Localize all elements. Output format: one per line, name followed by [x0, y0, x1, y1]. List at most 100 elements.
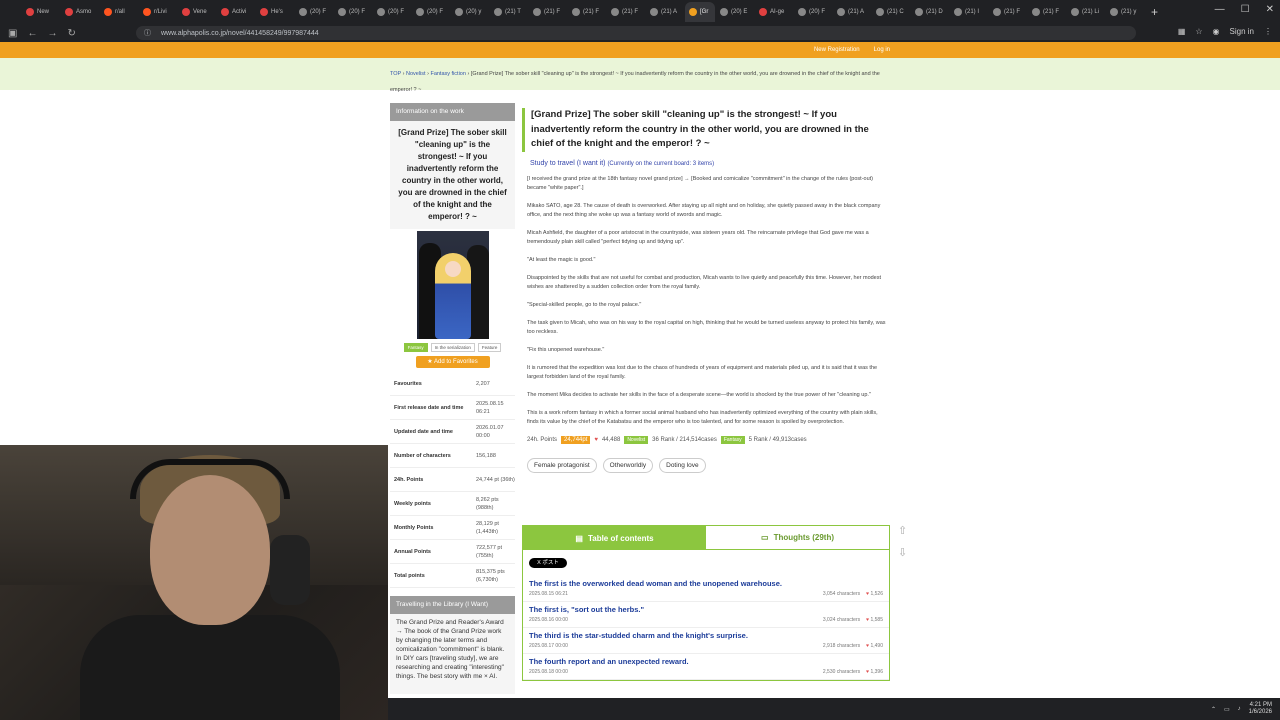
browser-tab[interactable]: (21) I — [950, 2, 988, 22]
stat-row: Total points 815,375 pts (6,730th) — [390, 564, 515, 588]
menu-icon[interactable]: ⋮ — [1264, 27, 1272, 36]
fantasy-tag[interactable]: Fantasy — [720, 435, 745, 444]
browser-tab[interactable]: (20) F — [334, 2, 372, 22]
network-icon[interactable]: ▭ — [1224, 706, 1230, 713]
keyword-tags: Female protagonist Otherworldly Doting lov… — [522, 457, 890, 473]
browser-tab[interactable]: Activi — [217, 2, 255, 22]
bookmark-icon[interactable]: ☆ — [1195, 27, 1202, 36]
browser-tab[interactable]: (21) A — [833, 2, 871, 22]
cover-image[interactable] — [416, 231, 489, 339]
volume-icon[interactable]: ♪ — [1238, 706, 1241, 712]
episode-title[interactable]: The first is, "sort out the herbs." — [529, 605, 883, 614]
sidebar-icon[interactable]: ▣ — [8, 28, 17, 39]
browser-tab[interactable]: (20) F — [794, 2, 832, 22]
browser-tab[interactable]: (21) C — [872, 2, 910, 22]
stat-label: Number of characters — [394, 452, 451, 459]
list-icon: ▤ — [575, 533, 583, 543]
browser-tab[interactable]: (21) T — [490, 2, 528, 22]
episode-row[interactable]: The fourth report and an unexpected rewa… — [523, 654, 889, 680]
new-registration-link[interactable]: New Registration — [814, 47, 860, 53]
tab-favicon-icon — [759, 8, 767, 16]
episode-title[interactable]: The third is the star-studded charm and … — [529, 631, 883, 640]
minimize-icon[interactable]: — — [1215, 4, 1225, 15]
scroll-arrows: ⇧ ⇩ — [898, 520, 907, 564]
browser-tab[interactable]: (20) E — [716, 2, 754, 22]
episode-date: 2025.08.15 06:21 — [529, 591, 568, 597]
browser-tab[interactable]: Vene — [178, 2, 216, 22]
close-icon[interactable]: ✕ — [1266, 4, 1274, 15]
back-icon[interactable]: ← — [27, 28, 37, 39]
synopsis-paragraph: [I received the grand prize at the 18th … — [527, 175, 874, 191]
url-text[interactable]: www.alphapolis.co.jp/novel/441458249/997… — [161, 30, 319, 37]
breadcrumb-top[interactable]: TOP — [390, 71, 401, 77]
browser-tab[interactable]: (21) F — [568, 2, 606, 22]
browser-tab[interactable]: (21) F — [607, 2, 645, 22]
episode-row[interactable]: The third is the star-studded charm and … — [523, 628, 889, 654]
tab-label: (21) C — [887, 9, 904, 15]
breadcrumb-novelist[interactable]: Novelist — [406, 71, 426, 77]
keyword-tag[interactable]: Otherworldly — [602, 457, 654, 473]
synopsis-paragraph: The moment Mika decides to activate her … — [527, 391, 871, 398]
arrow-down-icon[interactable]: ⇩ — [898, 542, 907, 564]
stat-value: 2,207 — [476, 380, 490, 387]
browser-tab[interactable]: AI-ge — [755, 2, 793, 22]
maximize-icon[interactable]: ☐ — [1241, 4, 1250, 15]
arrow-up-icon[interactable]: ⇧ — [898, 520, 907, 542]
travel-link[interactable]: Study to travel (I want it) (Currently o… — [522, 160, 890, 167]
add-to-favorites-button[interactable]: ★ Add to Favorites — [415, 356, 490, 368]
tray-chevron-icon[interactable]: ⌃ — [1211, 706, 1216, 713]
browser-tab[interactable]: (21) Li — [1067, 2, 1105, 22]
stat-row: Favourites 2,207 — [390, 372, 515, 396]
episode-row[interactable]: The first is the overworked dead woman a… — [523, 576, 889, 602]
novelist-tag[interactable]: Novelist — [624, 435, 649, 444]
tab-favicon-icon — [611, 8, 619, 16]
browser-tab[interactable]: [Gr — [685, 2, 715, 22]
x-post-button[interactable]: X ポスト — [529, 558, 567, 568]
browser-tab[interactable]: (21) F — [529, 2, 567, 22]
browser-tab[interactable]: (20) F — [412, 2, 450, 22]
browser-tab[interactable]: New — [22, 2, 60, 22]
tab-table-of-contents[interactable]: ▤ Table of contents — [523, 526, 706, 550]
genre-tag[interactable]: Fantasy — [403, 343, 428, 352]
stat-row: 24h. Points 24,744 pt (36th) — [390, 468, 515, 492]
genre-tag[interactable]: In the serialization — [430, 343, 475, 352]
browser-tab[interactable]: (21) F — [989, 2, 1027, 22]
episode-list: The first is the overworked dead woman a… — [523, 576, 889, 680]
genre-tag[interactable]: Feature — [477, 343, 502, 352]
browser-tab[interactable]: (21) y — [1106, 2, 1144, 22]
tab-favicon-icon — [915, 8, 923, 16]
keyword-tag[interactable]: Female protagonist — [527, 457, 597, 473]
site-info-icon[interactable]: ⓘ — [144, 28, 151, 38]
browser-tab[interactable]: (21) F — [1028, 2, 1066, 22]
browser-tab[interactable]: He's — [256, 2, 294, 22]
episode-title[interactable]: The first is the overworked dead woman a… — [529, 579, 883, 588]
keyword-tag[interactable]: Doting love — [659, 457, 706, 473]
taskbar: ⌃ ▭ ♪ 4:21 PM 1/6/2026 — [388, 698, 1280, 720]
browser-tab[interactable]: r/Livi — [139, 2, 177, 22]
profile-icon[interactable]: ◉ — [1213, 27, 1220, 36]
new-tab-icon[interactable]: + — [1151, 5, 1158, 19]
login-link[interactable]: Log in — [874, 47, 890, 53]
reload-icon[interactable]: ↻ — [67, 28, 75, 39]
browser-tab[interactable]: (21) D — [911, 2, 949, 22]
breadcrumb-fantasy[interactable]: Fantasy fiction — [430, 71, 465, 77]
clock[interactable]: 4:21 PM 1/6/2026 — [1249, 702, 1272, 716]
browser-tab[interactable]: (20) F — [295, 2, 333, 22]
episode-title[interactable]: The fourth report and an unexpected rewa… — [529, 657, 883, 666]
tab-favicon-icon — [455, 8, 463, 16]
fantasy-rank: 5 Rank / 49,913cases — [748, 436, 807, 443]
browser-tab[interactable]: Asmo — [61, 2, 99, 22]
tab-label: Vene — [193, 9, 207, 15]
extensions-icon[interactable]: ▦ — [1178, 27, 1186, 36]
browser-tab[interactable]: (21) A — [646, 2, 684, 22]
sign-in-button[interactable]: Sign in — [1230, 27, 1254, 36]
travel-link-label[interactable]: Study to travel (I want it) — [530, 160, 605, 167]
address-bar[interactable]: ⓘ www.alphapolis.co.jp/novel/441458249/9… — [136, 26, 1136, 40]
browser-tab[interactable]: (20) F — [373, 2, 411, 22]
browser-tab[interactable]: r/all — [100, 2, 138, 22]
episode-row[interactable]: The first is, "sort out the herbs." 2025.… — [523, 602, 889, 628]
forward-icon[interactable]: → — [47, 28, 57, 39]
tab-favicon-icon — [689, 8, 697, 16]
browser-tab[interactable]: (20) y — [451, 2, 489, 22]
tab-thoughts[interactable]: ▭ Thoughts (29th) — [706, 526, 889, 550]
